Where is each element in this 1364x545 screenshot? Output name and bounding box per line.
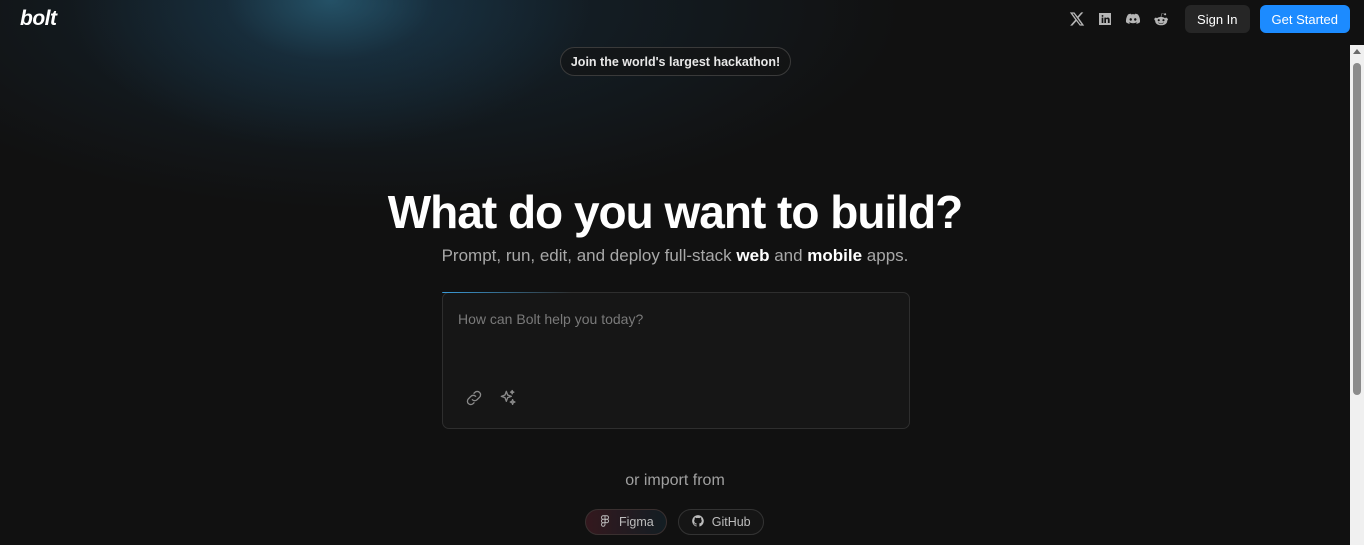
subtitle-mobile: mobile — [807, 246, 863, 265]
hackathon-banner-link[interactable]: Join the world's largest hackathon! — [560, 47, 791, 76]
bolt-logo[interactable]: bolt — [20, 7, 57, 31]
page-title: What do you want to build? — [387, 186, 963, 238]
subtitle-text: apps. — [862, 246, 909, 265]
get-started-button[interactable]: Get Started — [1259, 5, 1350, 33]
figma-label: Figma — [619, 515, 654, 529]
github-icon — [691, 514, 705, 531]
scrollbar[interactable] — [1350, 45, 1364, 545]
hero-subtitle: Prompt, run, edit, and deploy full-stack… — [0, 246, 1350, 266]
figma-import-button[interactable]: Figma — [585, 509, 667, 535]
subtitle-text: Prompt, run, edit, and deploy full-stack — [441, 246, 737, 265]
subtitle-web: web — [736, 246, 770, 265]
discord-icon[interactable] — [1125, 11, 1141, 27]
subtitle-text: and — [769, 246, 808, 265]
github-import-button[interactable]: GitHub — [677, 509, 764, 535]
x-icon[interactable] — [1069, 11, 1085, 27]
linkedin-icon[interactable] — [1097, 11, 1113, 27]
social-links — [1069, 11, 1169, 27]
link-icon[interactable] — [464, 388, 484, 408]
scroll-thumb[interactable] — [1353, 63, 1361, 395]
reddit-icon[interactable] — [1153, 11, 1169, 27]
sparkle-icon[interactable] — [498, 388, 518, 408]
scroll-up-arrow-icon[interactable] — [1353, 49, 1361, 54]
header-actions: Sign In Get Started — [1069, 5, 1350, 33]
prompt-tools — [464, 388, 518, 408]
prompt-input[interactable] — [458, 311, 888, 371]
page: bolt Sign In Get Started Join the world'… — [0, 0, 1364, 545]
figma-icon — [598, 514, 612, 531]
import-options: Figma GitHub — [585, 509, 764, 535]
prompt-box — [442, 292, 910, 429]
sign-in-button[interactable]: Sign In — [1185, 5, 1250, 33]
import-label: or import from — [625, 472, 725, 489]
github-label: GitHub — [711, 515, 751, 529]
